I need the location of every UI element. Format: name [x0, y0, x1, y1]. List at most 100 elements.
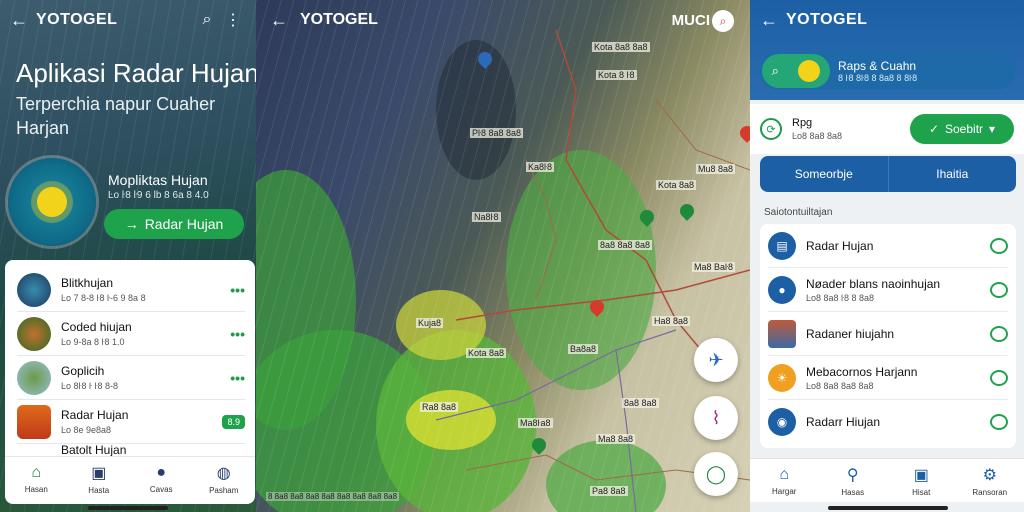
more-icon[interactable]: •••	[230, 326, 245, 342]
radar-map-screen[interactable]: ← YOTOGEL MUCI ⌕ Kota 8a8 8a8 Kota 8 ŀ8 …	[256, 0, 750, 512]
item-name: Blitkhujan	[61, 276, 114, 290]
chat-bubble-icon[interactable]	[990, 325, 1008, 342]
back-arrow-icon[interactable]: ←	[760, 10, 786, 31]
map-label: Kota 8a8	[656, 180, 697, 190]
map-label: Pŀ8 8a8 8a8	[470, 128, 524, 138]
map-label: Kota 8a8 8a8	[592, 42, 650, 52]
map-icon: ▣	[91, 464, 107, 482]
chat-bubble-icon[interactable]	[990, 414, 1008, 430]
list-item[interactable]: Radar Hujan Ŀo 8e 9e8a8 8.9	[17, 400, 245, 444]
more-icon[interactable]: •••	[230, 370, 245, 386]
route-fab[interactable]: ⌇	[694, 396, 738, 440]
radar-settings-screen: ← YOTOGEL ⌕ Raps & Cuahn 8 ŀ8 8ŀ8 8 8a8 …	[750, 0, 1024, 512]
map-label: Na8ŀ8	[472, 212, 501, 222]
nav-label: Pasham	[209, 485, 239, 495]
region-row: ⟳ Rpg Ŀo8 8a8 8a8 ✓ Soebitr ▾	[750, 104, 1024, 154]
home-indicator	[88, 506, 168, 510]
list-item[interactable]: Batolt Hujan	[17, 444, 245, 456]
list-item[interactable]: ◉ Radarr Hiujan	[768, 400, 1008, 444]
road-network	[435, 29, 750, 512]
map-label: Kota 8 ŀ8	[596, 70, 637, 80]
region-sub: Ŀo8 8a8 8a8	[792, 131, 843, 141]
list-item[interactable]: ● Nøader blans naoinhujan Ŀo8 8a8 ŀ8 8 8a…	[768, 268, 1008, 312]
radar-list-card: ▤ Radar Hujan ● Nøader blans naoinhujan Ŀ…	[760, 224, 1016, 448]
arrow-right-icon: →	[124, 216, 139, 232]
more-icon[interactable]: •••	[230, 282, 245, 298]
sun-icon	[798, 60, 821, 82]
map-label: Ma8 8a8	[596, 434, 636, 444]
section-heading: Saiotontuiltajan	[764, 207, 833, 218]
plane-icon: ✈	[708, 349, 724, 370]
feature-banner[interactable]: ⌕ Raps & Cuahn 8 ŀ8 8ŀ8 8 8a8 8 8ŀ8	[760, 52, 1016, 90]
nav-label: Cavas	[149, 484, 173, 494]
top-bar: ← YOTOGEL	[750, 0, 1024, 40]
nav-home[interactable]: ⌂ Hargar	[750, 459, 819, 502]
nav-globe[interactable]: ● Cavas	[130, 457, 193, 500]
list-item[interactable]: Goplicih Ŀo 8ŀ8 ŀ ŀ8 8-8 •••	[17, 356, 245, 400]
app-title: YOTOGEL	[36, 11, 118, 28]
nav-home[interactable]: ⌂ Hasan	[5, 457, 68, 500]
submit-button[interactable]: ✓ Soebitr ▾	[910, 114, 1014, 144]
radar-hujan-button[interactable]: → Radar Hujan	[104, 209, 244, 239]
back-arrow-icon[interactable]: ←	[10, 10, 36, 31]
nav-search[interactable]: ⚲ Hasas	[819, 459, 888, 502]
flight-fab[interactable]: ✈	[694, 338, 738, 382]
more-vertical-icon[interactable]: ⋮	[220, 10, 246, 30]
search-location-icon[interactable]: ⌕	[712, 10, 734, 32]
nav-settings[interactable]: ⚙ Ransoran	[956, 459, 1024, 502]
map-top-bar: ← YOTOGEL	[256, 0, 392, 40]
list-item[interactable]: Coded hiujan Ŀo 9-8a 8 ŀ8 1.0 •••	[17, 312, 245, 356]
item-sub: Ŀo8 8a8 ŀ8 8 8a8	[806, 292, 875, 303]
check-icon: ✓	[928, 122, 939, 136]
map-label: Kuja8	[416, 318, 444, 328]
item-sub: Ŀo 8e 9e8a8	[61, 425, 112, 435]
tab-someorbje[interactable]: Someorbje	[760, 156, 888, 192]
radar-icon: ▤	[768, 231, 796, 260]
search-icon[interactable]: ⌕	[194, 11, 220, 29]
back-arrow-icon[interactable]: ←	[270, 10, 300, 31]
map-label: Ra8 8a8	[420, 402, 459, 412]
nav-label: Ransoran	[972, 487, 1008, 497]
nav-map[interactable]: ▣ Hasta	[68, 457, 131, 500]
route-icon: ⌇	[711, 407, 721, 428]
chevron-down-icon: ▾	[989, 122, 996, 136]
nav-layers[interactable]: ▣ Hisat	[887, 459, 956, 502]
item-name: Radar Hujan	[806, 238, 874, 253]
building-icon	[768, 319, 796, 348]
globe-icon: ●	[768, 275, 796, 304]
nav-profile[interactable]: ◍ Pasham	[193, 457, 256, 500]
list-item[interactable]: ☀ Mebacornos Harjann Ŀo8 8a8 8a8 8a8	[768, 356, 1008, 400]
chat-bubble-icon[interactable]	[990, 237, 1008, 254]
radar-icon: ◉	[768, 408, 796, 436]
top-bar: ← YOTOGEL ⌕ ⋮	[0, 0, 256, 40]
feature-sub: 8 ŀ8 8ŀ8 8 8a8 8 8ŀ8	[838, 73, 918, 83]
map-label: Mu8 8a8	[696, 164, 736, 174]
nav-label: Hasas	[841, 487, 865, 497]
settings-icon: ⚙	[982, 466, 997, 484]
user-icon: ◍	[216, 464, 231, 482]
home-icon: ⌂	[31, 463, 42, 481]
item-name: Coded hiujan	[61, 320, 132, 334]
chat-bubble-icon[interactable]	[990, 281, 1008, 298]
chat-icon: ◯	[705, 463, 727, 484]
map-label: Pa8 8a8	[590, 486, 628, 496]
app-thumb	[17, 360, 51, 395]
item-name: Radarr Hiujan	[806, 415, 881, 429]
list-item[interactable]: ▤ Radar Hujan	[768, 224, 1008, 268]
list-item[interactable]: Radaner hiujahn	[768, 312, 1008, 356]
nav-label: Hasta	[88, 485, 110, 495]
cta-label: Radar Hujan	[144, 216, 224, 232]
search-icon: ⌕	[771, 63, 779, 78]
home-indicator	[828, 506, 948, 510]
map-attribution: 8 8a8 8a8 8a8 8a8 8a8 8a8 8a8 8a8	[266, 492, 400, 501]
map-label: Ka8ŀ8	[526, 162, 555, 172]
feature-icons: ⌕	[762, 54, 830, 88]
chat-bubble-icon[interactable]	[990, 369, 1008, 386]
app-title: YOTOGEL	[786, 11, 868, 28]
list-item[interactable]: Blitkhujan Ŀo 7 8-8 ŀ8 ŀ-6 9 8a 8 •••	[17, 268, 245, 312]
feature-name: Raps & Cuahn	[838, 59, 917, 73]
tab-ihaitia[interactable]: Ihaitia	[887, 156, 1017, 192]
item-sub: Ŀo8 8a8 8a8 8a8	[806, 380, 874, 391]
chat-fab[interactable]: ◯	[694, 452, 738, 496]
map-label: Ma8 Baŀ8	[692, 262, 736, 272]
